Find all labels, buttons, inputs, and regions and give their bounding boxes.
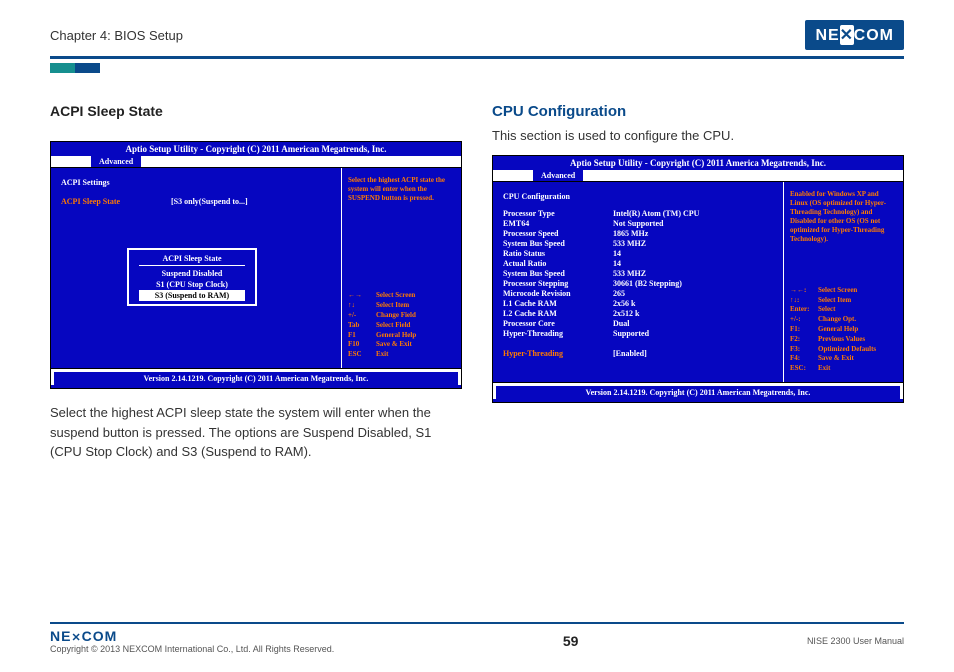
popup-option[interactable]: Suspend Disabled [139, 268, 245, 279]
bios-title: Aptio Setup Utility - Copyright (C) 2011… [51, 142, 461, 156]
tab-advanced[interactable]: Advanced [91, 156, 141, 167]
bios-key-legend: ←→Select Screen↑↓Select Item+/-Change Fi… [348, 291, 455, 360]
bios-tabs: Advanced [493, 170, 903, 182]
accent-stripe [50, 63, 100, 73]
bios-info-row: System Bus Speed533 MHZ [503, 239, 773, 248]
page-footer: NE✕COM Copyright © 2013 NEXCOM Internati… [50, 622, 904, 654]
popup-option[interactable]: S1 (CPU Stop Clock) [139, 279, 245, 290]
bios-info-row: Processor CoreDual [503, 319, 773, 328]
bios-section: CPU Configuration [503, 192, 773, 201]
copyright-text: Copyright © 2013 NEXCOM International Co… [50, 644, 334, 654]
page-header: Chapter 4: BIOS Setup NE✕COM [50, 20, 904, 59]
brand-logo: NE✕COM [805, 20, 904, 50]
chapter-title: Chapter 4: BIOS Setup [50, 28, 183, 43]
bios-info-row: L1 Cache RAM2x56 k [503, 299, 773, 308]
popup-acpi-options[interactable]: ACPI Sleep State Suspend Disabled S1 (CP… [127, 248, 257, 306]
bios-info-row: L2 Cache RAM2x512 k [503, 309, 773, 318]
bios-tabs: Advanced [51, 156, 461, 168]
bios-title: Aptio Setup Utility - Copyright (C) 2011… [493, 156, 903, 170]
bios-info-row: Actual Ratio14 [503, 259, 773, 268]
bios-key-legend: →←:Select Screen↑↓:Select ItemEnter:Sele… [790, 286, 897, 374]
left-heading: ACPI Sleep State [50, 103, 462, 119]
bios-version: Version 2.14.1219. Copyright (C) 2011 Am… [496, 386, 900, 399]
bios-section: ACPI Settings [61, 178, 331, 187]
bios-info-row: EMT64Not Supported [503, 219, 773, 228]
bios-option-row[interactable]: Hyper-Threading [Enabled] [503, 349, 773, 358]
right-column: CPU Configuration This section is used t… [492, 103, 904, 462]
bios-help-text: Select the highest ACPI state the system… [348, 176, 455, 291]
bios-info-row: System Bus Speed533 MHZ [503, 269, 773, 278]
bios-version: Version 2.14.1219. Copyright (C) 2011 Am… [54, 372, 458, 385]
page-number: 59 [563, 633, 579, 649]
bios-help-text: Enabled for Windows XP and Linux (OS opt… [790, 190, 897, 286]
bios-screenshot-cpu: Aptio Setup Utility - Copyright (C) 2011… [492, 155, 904, 403]
right-subtext: This section is used to configure the CP… [492, 128, 904, 143]
footer-logo: NE✕COM [50, 628, 334, 644]
tab-advanced[interactable]: Advanced [533, 170, 583, 181]
popup-option-selected[interactable]: S3 (Suspend to RAM) [139, 290, 245, 301]
left-column: ACPI Sleep State Aptio Setup Utility - C… [50, 103, 462, 462]
bios-info-row: Processor Stepping30661 (B2 Stepping) [503, 279, 773, 288]
bios-info-row: Hyper-ThreadingSupported [503, 329, 773, 338]
manual-name: NISE 2300 User Manual [807, 636, 904, 646]
bios-info-row: Processor TypeIntel(R) Atom (TM) CPU [503, 209, 773, 218]
bios-info-row: Microcode Revision265 [503, 289, 773, 298]
bios-info-row: Processor Speed1865 MHz [503, 229, 773, 238]
bios-info-row: Ratio Status14 [503, 249, 773, 258]
right-heading: CPU Configuration [492, 103, 904, 120]
left-body-text: Select the highest ACPI sleep state the … [50, 403, 462, 462]
bios-screenshot-acpi: Aptio Setup Utility - Copyright (C) 2011… [50, 141, 462, 389]
bios-option-row[interactable]: ACPI Sleep State [S3 only(Suspend to...] [61, 197, 331, 206]
